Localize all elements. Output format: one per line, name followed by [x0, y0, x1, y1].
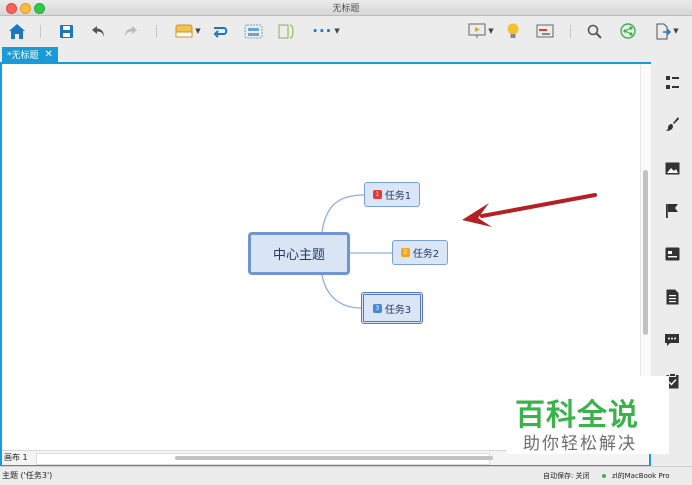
- save-icon: [59, 24, 73, 38]
- user-name: zl的MacBook Pro: [612, 472, 670, 480]
- toolbar-separator: [570, 25, 571, 38]
- more-button[interactable]: ··· ▼: [310, 20, 342, 42]
- boundary-button[interactable]: [242, 20, 264, 42]
- notes-button[interactable]: [663, 288, 681, 306]
- status-bar: 主题 ('任务3') 自动保存: 关闭 zl的MacBook Pro: [0, 466, 692, 485]
- connector-line: [321, 274, 362, 309]
- undo-button[interactable]: [88, 20, 108, 42]
- sheet-tab[interactable]: 画布 1: [4, 452, 28, 463]
- share-icon: [620, 23, 636, 39]
- toolbar-separator: [40, 25, 41, 38]
- central-topic-label: 中心主题: [272, 248, 325, 263]
- idea-button[interactable]: [503, 20, 523, 42]
- online-status-icon: [602, 474, 606, 478]
- summary-button[interactable]: [276, 20, 296, 42]
- paintbrush-icon: [665, 117, 679, 131]
- summary-icon: [278, 24, 294, 38]
- search-icon: [587, 24, 602, 39]
- export-icon: [656, 23, 672, 39]
- home-icon: [9, 23, 25, 39]
- redo-button[interactable]: [120, 20, 140, 42]
- marker-button[interactable]: [663, 202, 681, 220]
- watermark-title: 百科全说: [515, 398, 639, 433]
- sticker-icon: [665, 247, 679, 261]
- priority-1-icon: 1: [372, 190, 382, 199]
- presentation-button[interactable]: ▼: [464, 20, 498, 42]
- close-icon[interactable]: ✕: [45, 49, 53, 60]
- topic-label: 任务2: [412, 249, 440, 260]
- autosave-status[interactable]: 自动保存: 关闭: [543, 471, 590, 481]
- gantt-icon: [536, 24, 554, 38]
- sticker-button[interactable]: [663, 245, 681, 263]
- image-icon: [665, 162, 679, 174]
- priority-2-icon: 2: [400, 248, 410, 257]
- comments-button[interactable]: [663, 331, 681, 349]
- chevron-down-icon: ▼: [195, 27, 201, 35]
- selection-status: 主题 ('任务3'): [2, 471, 53, 480]
- more-icon: ···: [312, 22, 333, 40]
- outline-button[interactable]: [663, 73, 681, 91]
- boundary-icon: [244, 24, 262, 38]
- topic-task-1[interactable]: 1 任务1: [364, 182, 420, 207]
- flag-icon: [666, 204, 678, 218]
- topic-label: 任务3: [384, 304, 412, 316]
- watermark-subtitle: 助你轻松解决: [523, 434, 637, 454]
- window-title: 无标题: [332, 4, 360, 14]
- undo-icon: [91, 25, 104, 37]
- image-button[interactable]: [663, 159, 681, 177]
- topic-task-3-selected[interactable]: 3 任务3: [361, 292, 423, 324]
- topic-label: 任务1: [384, 191, 412, 202]
- document-tab-strip: *无标题 ✕: [0, 46, 692, 62]
- horizontal-scrollbar[interactable]: [36, 453, 493, 465]
- topic-icon: [175, 24, 193, 38]
- insert-topic-button[interactable]: ▼: [172, 20, 204, 42]
- save-button[interactable]: [56, 20, 76, 42]
- format-button[interactable]: [663, 115, 681, 133]
- toolbar: ▼ ··· ▼ ▼ ▼: [0, 16, 692, 46]
- share-button[interactable]: [618, 20, 638, 42]
- horizontal-scrollbar-thumb[interactable]: [175, 456, 493, 460]
- home-button[interactable]: [6, 20, 28, 42]
- presentation-icon: [468, 23, 486, 38]
- tab-untitled[interactable]: *无标题 ✕: [2, 47, 58, 62]
- relationship-button[interactable]: [210, 20, 230, 42]
- outline-icon: [665, 75, 679, 89]
- comment-icon: [665, 334, 679, 346]
- search-button[interactable]: [584, 20, 604, 42]
- lightbulb-icon: [507, 23, 519, 38]
- priority-3-icon: 3: [372, 303, 382, 313]
- vertical-scrollbar-thumb[interactable]: [643, 170, 648, 335]
- connector-line: [321, 194, 365, 233]
- central-topic[interactable]: 中心主题: [248, 232, 350, 275]
- chevron-down-icon: ▼: [334, 27, 340, 35]
- gantt-button[interactable]: [534, 20, 556, 42]
- toolbar-separator: [156, 25, 157, 38]
- tab-label: *无标题: [7, 51, 39, 61]
- watermark: 百科全说 助你轻松解决: [507, 376, 669, 454]
- redo-icon: [124, 25, 137, 37]
- notes-icon: [666, 289, 678, 305]
- relationship-icon: [213, 26, 227, 38]
- export-button[interactable]: ▼: [650, 20, 684, 42]
- chevron-down-icon: ▼: [673, 27, 679, 35]
- topic-task-2[interactable]: 2 任务2: [392, 240, 448, 265]
- title-bar: 无标题: [0, 0, 692, 16]
- annotation-arrow: [480, 193, 597, 218]
- chevron-down-icon: ▼: [488, 27, 494, 35]
